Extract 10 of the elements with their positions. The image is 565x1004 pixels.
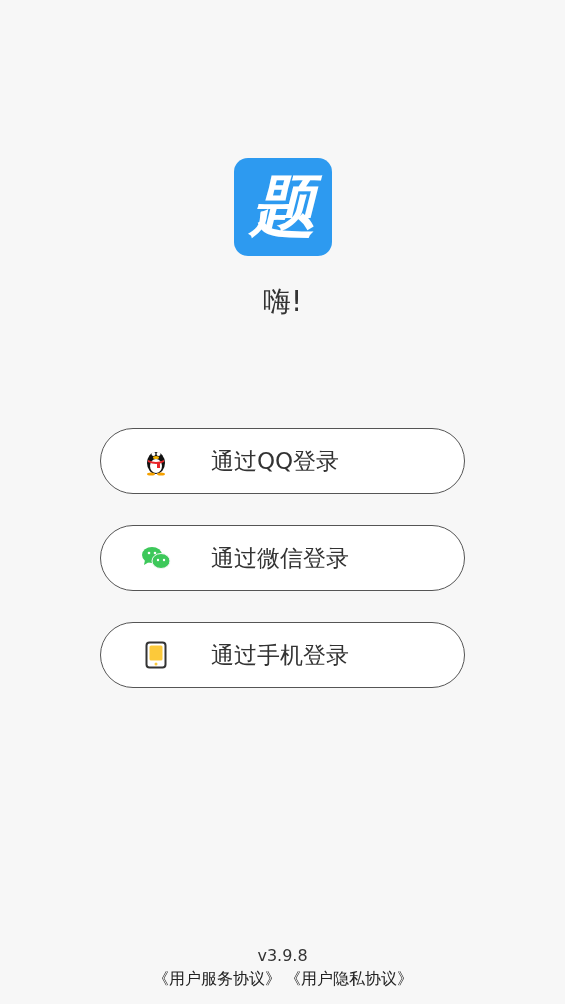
qq-login-button[interactable]: 通过QQ登录 bbox=[100, 428, 465, 494]
app-logo: 题 bbox=[233, 158, 332, 256]
agreement-link[interactable]: 《用户隐私协议》 bbox=[284, 969, 413, 990]
greeting: 嗨! bbox=[262, 284, 303, 320]
agreement-link[interactable]: 《用户服务协议》 bbox=[152, 969, 281, 990]
chat-bubbles-icon bbox=[141, 546, 171, 570]
phone-icon bbox=[145, 641, 167, 669]
wechat-login-button[interactable]: 通过微信登录 bbox=[100, 525, 465, 591]
phone-login-button[interactable]: 通过手机登录 bbox=[100, 622, 465, 688]
version-text: v3.9.8 bbox=[257, 946, 308, 965]
